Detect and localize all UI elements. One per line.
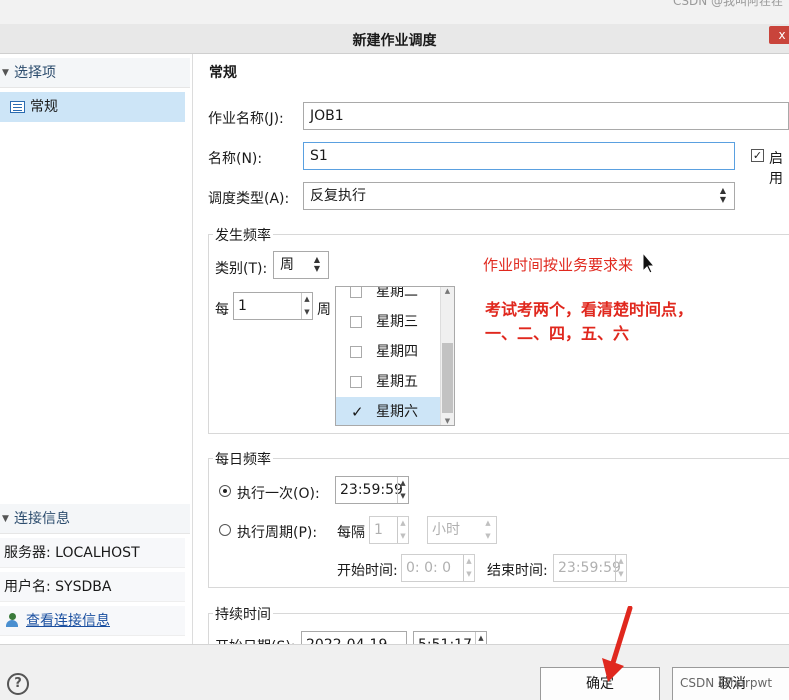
- run-once-radio[interactable]: [219, 485, 231, 497]
- weekday-label: 星期五: [376, 374, 418, 390]
- name-input[interactable]: S1: [303, 142, 735, 170]
- weekday-list[interactable]: 星期二 星期三 星期四 星期五 ✓ 星期六 ▲ ▼: [335, 286, 455, 426]
- weekday-item[interactable]: 星期五: [336, 367, 440, 397]
- weekday-label: 星期三: [376, 314, 418, 330]
- weekday-label: 星期四: [376, 344, 418, 360]
- end-time-label: 结束时间:: [487, 563, 548, 579]
- left-pane: ▼ 选择项 常规 ▼ 连接信息 服务器: LOCALHOST 用户名: SYSD…: [0, 54, 193, 644]
- updown-arrow-icon[interactable]: ▲ ▼: [480, 517, 496, 543]
- spinner-arrows-icon[interactable]: ▲▼: [615, 555, 626, 581]
- weekday-label: 星期六: [376, 404, 418, 420]
- username-info: 用户名: SYSDBA: [0, 572, 185, 602]
- checkbox-icon[interactable]: [350, 287, 362, 298]
- general-section-title: 常规: [209, 65, 237, 81]
- updown-arrow-icon: ▲ ▼: [313, 255, 320, 273]
- category-select[interactable]: 周 ▲ ▼: [273, 251, 329, 279]
- mouse-cursor-icon: [642, 252, 656, 274]
- schedule-type-select[interactable]: 反复执行 ▲ ▼: [303, 182, 735, 210]
- red-arrow-icon: [602, 606, 633, 682]
- options-header-label: 选择项: [14, 65, 56, 81]
- category-label: 类别(T):: [215, 261, 268, 277]
- background-strip: CSDN @我叫阿茬茬: [0, 0, 789, 24]
- collapse-triangle-icon: ▼: [2, 514, 9, 524]
- server-info: 服务器: LOCALHOST: [0, 538, 185, 568]
- schedule-type-label: 调度类型(A):: [208, 191, 290, 207]
- user-icon: [6, 613, 20, 627]
- view-connection-link[interactable]: 查看连接信息: [26, 613, 110, 629]
- week-unit-label: 周: [317, 302, 331, 318]
- options-header[interactable]: ▼ 选择项: [0, 58, 190, 88]
- daily-frequency-title: 每日频率: [213, 449, 273, 469]
- start-time-label: 开始时间:: [337, 563, 398, 579]
- interval-value: 1: [374, 522, 383, 538]
- server-label: 服务器: LOCALHOST: [4, 545, 140, 561]
- nav-item-general[interactable]: 常规: [0, 92, 185, 122]
- watermark-top: CSDN @我叫阿茬茬: [672, 0, 783, 8]
- dialog-titlebar: 新建作业调度 x: [0, 24, 789, 54]
- view-connection-row: 查看连接信息: [0, 606, 185, 636]
- check-icon[interactable]: ✓: [351, 397, 364, 425]
- run-once-time[interactable]: 23:59:59 ▲ ▼: [335, 476, 409, 504]
- interval-spinner[interactable]: 1 ▲ ▼: [369, 516, 409, 544]
- category-value: 周: [280, 257, 294, 273]
- interval-unit-value: 小时: [432, 522, 460, 538]
- checkbox-icon[interactable]: [350, 346, 362, 358]
- list-icon: [10, 101, 25, 113]
- watermark-bottom: CSDN @harpwt: [680, 676, 773, 690]
- content-pane: 常规 作业名称(J): JOB1 名称(N): S1 ✓ 启用 调度类型(A):…: [193, 54, 789, 673]
- run-once-label: 执行一次(O):: [237, 486, 320, 502]
- connection-header[interactable]: ▼ 连接信息: [0, 504, 190, 534]
- every-week-spinner[interactable]: 1 ▲ ▼: [233, 292, 313, 320]
- spinner-arrows-icon[interactable]: ▲▼: [463, 555, 474, 581]
- spinner-arrows-icon[interactable]: ▲▼: [397, 477, 408, 503]
- weekday-item[interactable]: 星期二: [336, 286, 440, 307]
- enable-checkbox[interactable]: ✓: [751, 149, 764, 162]
- annotation-hint-line2: 一、二、四，五、六: [485, 324, 630, 343]
- start-time-input[interactable]: 0: 0: 0 ▲ ▼: [401, 554, 475, 582]
- dialog-title: 新建作业调度: [352, 33, 437, 49]
- collapse-triangle-icon: ▼: [2, 68, 9, 78]
- updown-arrow-icon: ▲ ▼: [719, 186, 726, 204]
- end-time-value: 23:59:59: [558, 560, 621, 576]
- schedule-type-value: 反复执行: [310, 188, 366, 204]
- every-week-value: 1: [238, 298, 247, 314]
- start-time-value: 0: 0: 0: [406, 560, 452, 576]
- weekday-item[interactable]: ✓ 星期六: [336, 397, 440, 425]
- run-period-label: 执行周期(P):: [237, 525, 318, 541]
- weekday-scrollbar[interactable]: ▲ ▼: [440, 287, 454, 425]
- frequency-group-title: 发生频率: [213, 225, 273, 245]
- annotation-note: 作业时间按业务要求来: [483, 256, 634, 274]
- run-period-radio[interactable]: [219, 524, 231, 536]
- nav-item-general-label: 常规: [30, 99, 58, 115]
- job-name-input[interactable]: JOB1: [303, 102, 789, 130]
- end-time-input[interactable]: 23:59:59 ▲ ▼: [553, 554, 627, 582]
- duration-group-title: 持续时间: [213, 604, 273, 624]
- name-label: 名称(N):: [208, 151, 263, 167]
- dialog-footer: ? 确定 取消: [0, 644, 789, 700]
- help-icon[interactable]: ?: [7, 673, 29, 695]
- every-label: 每: [215, 302, 229, 318]
- run-once-time-value: 23:59:59: [340, 482, 403, 498]
- job-name-label: 作业名称(J):: [208, 111, 284, 127]
- connection-header-label: 连接信息: [14, 511, 70, 527]
- close-icon: x: [778, 28, 786, 42]
- spinner-arrows-icon[interactable]: ▲▼: [301, 293, 312, 319]
- weekday-item[interactable]: 星期四: [336, 337, 440, 367]
- annotation-hint: 考试考两个，看清楚时间点， 一、二、四，五、六: [485, 298, 693, 346]
- weekday-label: 星期二: [376, 286, 418, 300]
- weekday-item[interactable]: 星期三: [336, 307, 440, 337]
- close-button[interactable]: x: [769, 26, 789, 44]
- scroll-thumb[interactable]: [442, 343, 453, 413]
- username-label: 用户名: SYSDBA: [4, 579, 112, 595]
- checkbox-icon[interactable]: [350, 316, 362, 328]
- scroll-up-icon[interactable]: ▲: [441, 287, 454, 295]
- every-interval-label: 每隔: [337, 525, 365, 541]
- spinner-arrows-icon[interactable]: ▲▼: [397, 517, 408, 543]
- enable-label: 启用: [769, 151, 783, 187]
- scroll-down-icon[interactable]: ▼: [441, 417, 454, 425]
- checkbox-icon[interactable]: [350, 376, 362, 388]
- interval-unit-select[interactable]: 小时 ▲ ▼: [427, 516, 497, 544]
- annotation-hint-line1: 考试考两个，看清楚时间点，: [485, 300, 694, 319]
